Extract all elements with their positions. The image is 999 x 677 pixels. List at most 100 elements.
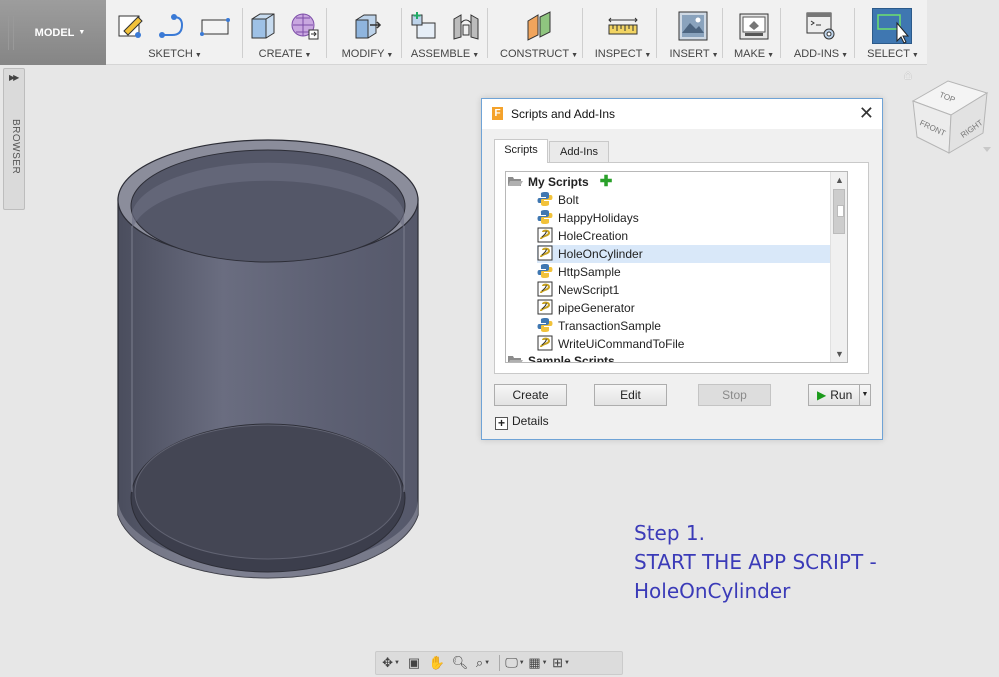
joint-icon[interactable] — [451, 11, 481, 41]
python-icon — [537, 318, 553, 332]
browser-label: BROWSER — [10, 119, 21, 175]
create-group: CREATE ▼ — [246, 0, 327, 65]
fit-icon[interactable]: ⌕ ▼ — [472, 654, 494, 672]
scripts-tab-panel: My Scripts ✚ Bolt HappyHolidays HoleCreat… — [494, 162, 869, 374]
edit-button[interactable]: Edit — [594, 384, 667, 406]
addins-group: ADD-INS ▼ — [790, 0, 855, 65]
construct-menu[interactable]: CONSTRUCT ▼ — [498, 48, 580, 60]
js-script-icon — [537, 299, 553, 315]
expand-icon[interactable]: ▶▶ — [9, 73, 19, 82]
details-toggle[interactable]: + Details — [495, 414, 549, 430]
cylinder-body[interactable] — [105, 120, 435, 610]
display-settings-icon[interactable]: 🖵︎ ▼ — [504, 654, 526, 672]
close-icon[interactable]: ✕ — [859, 103, 874, 123]
fusion-app-icon: F — [492, 107, 503, 120]
python-icon — [537, 210, 553, 224]
viewcube[interactable]: TOP FRONT RIGHT — [905, 75, 995, 165]
modify-group: MODIFY ▼ — [336, 0, 402, 65]
insert-group: INSERT ▼ — [668, 0, 723, 65]
script-name: HoleCreation — [558, 229, 629, 243]
dialog-titlebar[interactable]: F Scripts and Add-Ins ✕ — [482, 99, 882, 129]
scripts-tree[interactable]: My Scripts ✚ Bolt HappyHolidays HoleCreat… — [505, 171, 848, 363]
scroll-up-icon[interactable]: ▲ — [831, 172, 847, 188]
grip-handle[interactable] — [8, 16, 14, 50]
sketch-menu[interactable]: SKETCH ▼ — [110, 48, 240, 60]
expand-plus-icon[interactable]: + — [495, 417, 508, 430]
line-icon[interactable] — [158, 11, 188, 41]
tab-scripts[interactable]: Scripts — [494, 139, 548, 163]
folder-sample-scripts[interactable]: Sample Scripts — [507, 352, 615, 363]
scripts-addins-icon[interactable] — [806, 11, 836, 41]
script-name: Bolt — [558, 193, 579, 207]
script-name: NewScript1 — [558, 283, 620, 297]
new-component-icon[interactable] — [409, 11, 439, 41]
create-menu[interactable]: CREATE ▼ — [246, 48, 324, 60]
inspect-menu[interactable]: INSPECT ▼ — [592, 48, 654, 60]
create-sketch-icon[interactable] — [116, 11, 146, 41]
script-item[interactable]: NewScript1 — [537, 281, 619, 299]
script-name: WriteUiCommandToFile — [558, 337, 685, 351]
script-item[interactable]: HoleCreation — [537, 227, 628, 245]
script-name: HoleOnCylinder — [558, 247, 643, 261]
insert-canvas-icon[interactable] — [678, 11, 708, 41]
zoom-icon[interactable]: 🔍︎ — [449, 654, 471, 672]
3d-print-icon[interactable] — [739, 11, 769, 41]
assemble-group: ASSEMBLE ▼ — [405, 0, 488, 65]
select-menu[interactable]: SELECT ▼ — [864, 48, 922, 60]
offset-plane-icon[interactable] — [524, 11, 554, 41]
js-script-icon — [537, 281, 553, 297]
script-item[interactable]: Bolt — [537, 191, 579, 209]
script-item[interactable]: TransactionSample — [537, 317, 661, 335]
modify-menu[interactable]: MODIFY ▼ — [336, 48, 399, 60]
script-item[interactable]: pipeGenerator — [537, 299, 635, 317]
rectangle-icon[interactable] — [200, 11, 230, 41]
sketch-group: SKETCH ▼ — [110, 0, 243, 65]
scroll-thumb[interactable] — [833, 189, 845, 234]
extrude-icon[interactable] — [248, 11, 278, 41]
run-dropdown-button[interactable]: ▼ — [859, 384, 871, 406]
orbit-icon[interactable]: ✥ ▼ — [380, 654, 402, 672]
folder-label: Sample Scripts — [528, 354, 615, 363]
stop-button[interactable]: Stop — [698, 384, 771, 406]
python-icon — [537, 192, 553, 206]
scroll-down-icon[interactable]: ▼ — [831, 346, 847, 362]
step-line-2: START THE APP SCRIPT - — [634, 550, 877, 574]
step-line-3: HoleOnCylinder — [634, 579, 791, 603]
script-item[interactable]: HttpSample — [537, 263, 621, 281]
script-item[interactable]: HappyHolidays — [537, 209, 639, 227]
navigation-bar: ✥ ▼ ▣ ✋ 🔍︎ ⌕ ▼ 🖵︎ ▼ ▦ ▼ ⊞ ▼ — [375, 651, 623, 675]
addins-menu[interactable]: ADD-INS ▼ — [790, 48, 852, 60]
create-button[interactable]: Create — [494, 384, 567, 406]
inspect-group: INSPECT ▼ — [592, 0, 657, 65]
assemble-menu[interactable]: ASSEMBLE ▼ — [405, 48, 485, 60]
dialog-title: Scripts and Add-Ins — [511, 107, 616, 121]
script-item-selected[interactable]: HoleOnCylinder — [537, 245, 840, 263]
form-icon[interactable] — [290, 11, 320, 41]
pan-icon[interactable]: ✋ — [426, 654, 448, 672]
scripts-addins-dialog: F Scripts and Add-Ins ✕ Scripts Add-Ins … — [481, 98, 883, 440]
script-name: TransactionSample — [558, 319, 661, 333]
add-script-icon[interactable]: ✚ — [600, 173, 613, 190]
grid-settings-icon[interactable]: ▦ ▼ — [527, 654, 549, 672]
select-icon[interactable] — [872, 8, 912, 44]
make-group: MAKE ▼ — [730, 0, 781, 65]
browser-panel-tab[interactable]: ▶▶ BROWSER — [3, 68, 25, 210]
insert-menu[interactable]: INSERT ▼ — [668, 48, 720, 60]
step-line-1: Step 1. — [634, 521, 705, 545]
script-item[interactable]: WriteUiCommandToFile — [537, 335, 684, 353]
press-pull-icon[interactable] — [352, 11, 382, 41]
look-at-icon[interactable]: ▣ — [403, 654, 425, 672]
caret-down-icon: ▼ — [78, 29, 86, 36]
folder-my-scripts[interactable]: My Scripts ✚ — [507, 173, 612, 191]
tab-addins[interactable]: Add-Ins — [549, 141, 609, 163]
viewports-icon[interactable]: ⊞ ▼ — [550, 654, 572, 672]
folder-label: My Scripts — [528, 175, 589, 189]
make-menu[interactable]: MAKE ▼ — [730, 48, 778, 60]
construct-group: CONSTRUCT ▼ — [498, 0, 583, 65]
workspace-switcher-button[interactable]: MODEL ▼ — [0, 0, 106, 65]
tree-scrollbar[interactable]: ▲ ▼ — [830, 172, 847, 362]
js-script-icon — [537, 227, 553, 243]
select-group: SELECT ▼ — [864, 0, 922, 65]
run-button[interactable]: ▶ Run — [808, 384, 860, 406]
measure-icon[interactable] — [608, 11, 638, 41]
